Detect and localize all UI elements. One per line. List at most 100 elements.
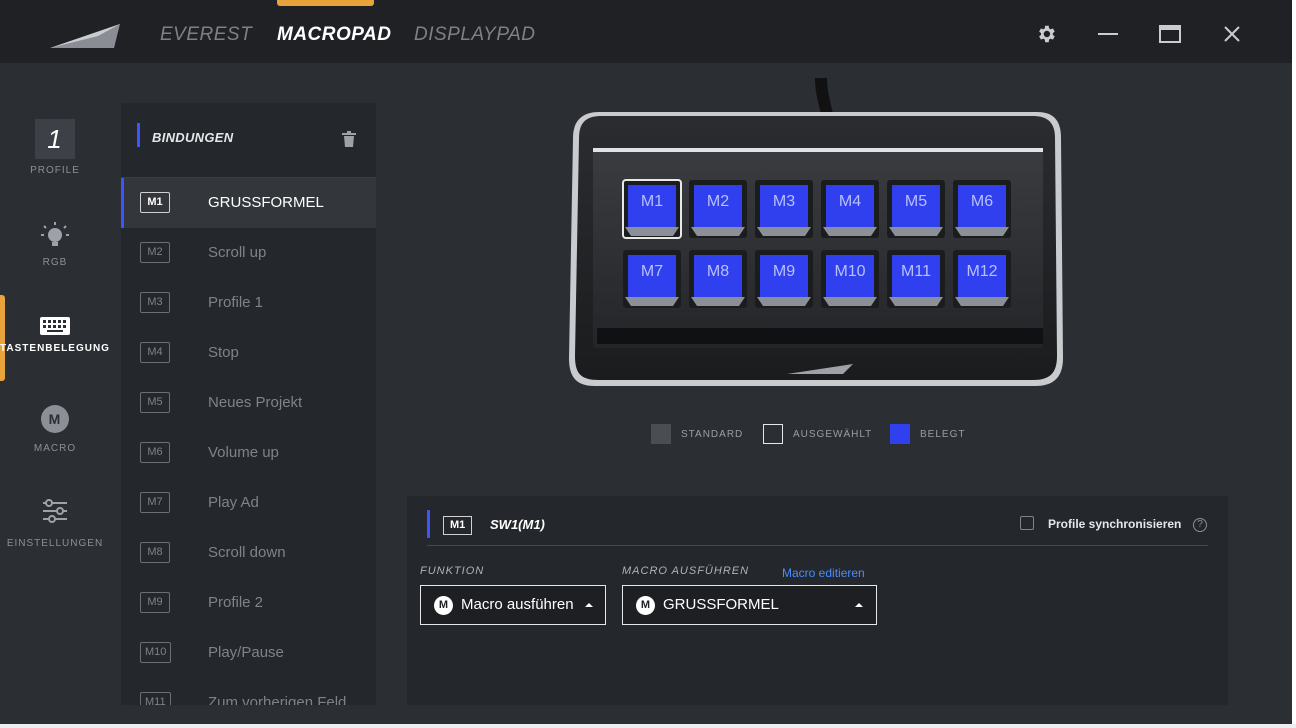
binding-key-tag: M5	[140, 392, 170, 413]
macro-key-m7[interactable]: M7	[623, 250, 681, 308]
nav-profile-label: PROFILE	[30, 165, 80, 176]
binding-row[interactable]: M1 GRUSSFORMEL	[121, 178, 376, 228]
macro-key-m12[interactable]: M12	[953, 250, 1011, 308]
macro-key-label: M9	[760, 255, 808, 297]
binding-row[interactable]: M7 Play Ad	[121, 478, 376, 528]
help-icon[interactable]: ?	[1193, 518, 1207, 532]
macro-key-label: M3	[760, 185, 808, 227]
binding-row[interactable]: M2 Scroll up	[121, 228, 376, 278]
funktion-label: FUNKTION	[420, 565, 485, 577]
close-icon[interactable]	[1218, 20, 1246, 48]
macro-icon: M	[636, 596, 655, 615]
sync-checkbox[interactable]	[1020, 516, 1034, 530]
edit-macro-link[interactable]: Macro editieren	[782, 566, 865, 580]
header-accent-bar	[137, 123, 140, 147]
macro-key-edge	[889, 227, 943, 236]
nav-tastenbelegung[interactable]: TASTENBELEGUNG	[0, 314, 110, 354]
funktion-value: Macro ausführen	[461, 596, 574, 613]
detail-divider	[427, 545, 1208, 546]
macro-key-label: M11	[892, 255, 940, 297]
binding-row[interactable]: M10 Play/Pause	[121, 628, 376, 678]
macro-key-edge	[757, 227, 811, 236]
macro-key-m6[interactable]: M6	[953, 180, 1011, 238]
bottom-edge	[0, 724, 1296, 728]
macro-icon: M	[41, 405, 69, 433]
legend-assigned: BELEGT	[890, 424, 965, 444]
detail-key-tag: M1	[443, 516, 473, 535]
tab-everest[interactable]: EVEREST	[160, 24, 252, 46]
bindings-header: BINDUNGEN	[121, 103, 376, 178]
legend-standard: STANDARD	[651, 424, 743, 444]
binding-row[interactable]: M8 Scroll down	[121, 528, 376, 578]
detail-accent-bar	[427, 510, 430, 538]
binding-key-tag: M10	[140, 642, 172, 663]
macro-key-m2[interactable]: M2	[689, 180, 747, 238]
legend-selected-swatch	[763, 424, 783, 444]
macro-key-edge	[955, 297, 1009, 306]
binding-name: Neues Projekt	[208, 394, 303, 411]
macro-key-m10[interactable]: M10	[821, 250, 879, 308]
macro-key-label: M2	[694, 185, 742, 227]
binding-key-tag: M6	[140, 442, 170, 463]
macro-key-m8[interactable]: M8	[689, 250, 747, 308]
funktion-select[interactable]: M Macro ausführen	[420, 585, 606, 625]
detail-switch-name: SW1(M1)	[490, 517, 545, 532]
legend-standard-label: STANDARD	[681, 428, 744, 440]
macro-execute-label: MACRO AUSFÜHREN	[622, 565, 750, 577]
profile-number: 1	[35, 119, 75, 159]
macro-select[interactable]: M GRUSSFORMEL	[622, 585, 877, 625]
macro-key-edge	[691, 297, 745, 306]
macro-key-m11[interactable]: M11	[887, 250, 945, 308]
bindings-title: BINDUNGEN	[152, 130, 234, 145]
macro-key-edge	[691, 227, 745, 236]
binding-key-tag: M9	[140, 592, 170, 613]
binding-key-tag: M3	[140, 292, 170, 313]
binding-key-tag: M2	[140, 242, 170, 263]
binding-name: GRUSSFORMEL	[208, 194, 324, 211]
nav-einstellungen[interactable]: EINSTELLUNGEN	[0, 497, 110, 549]
macro-key-m3[interactable]: M3	[755, 180, 813, 238]
binding-name: Play/Pause	[208, 644, 284, 661]
sliders-icon	[43, 499, 67, 523]
nav-rgb[interactable]: RGB	[0, 220, 110, 268]
binding-row[interactable]: M11 Zum vorherigen Feld	[121, 678, 376, 705]
binding-row[interactable]: M3 Profile 1	[121, 278, 376, 328]
macro-key-m1[interactable]: M1	[622, 179, 682, 239]
minimize-icon[interactable]	[1094, 20, 1122, 48]
keyboard-icon	[40, 317, 70, 335]
nav-macro[interactable]: M MACRO	[0, 405, 110, 454]
nav-tastenbelegung-label: TASTENBELEGUNG	[0, 343, 110, 354]
macro-key-edge	[823, 227, 877, 236]
macro-icon: M	[434, 596, 453, 615]
macro-key-label: M12	[958, 255, 1006, 297]
macro-value: GRUSSFORMEL	[663, 596, 779, 613]
tab-displaypad[interactable]: DISPLAYPAD	[414, 24, 536, 46]
macro-key-edge	[625, 227, 679, 236]
binding-row[interactable]: M4 Stop	[121, 328, 376, 378]
macro-key-m4[interactable]: M4	[821, 180, 879, 238]
nav-profile[interactable]: 1 PROFILE	[0, 119, 110, 176]
binding-row[interactable]: M5 Neues Projekt	[121, 378, 376, 428]
maximize-icon[interactable]	[1156, 20, 1184, 48]
window-edge	[1292, 0, 1296, 728]
binding-row[interactable]: M9 Profile 2	[121, 578, 376, 628]
tab-macropad[interactable]: MACROPAD	[277, 24, 391, 46]
binding-row[interactable]: M6 Volume up	[121, 428, 376, 478]
macro-key-label: M10	[826, 255, 874, 297]
nav-einstellungen-label: EINSTELLUNGEN	[6, 538, 104, 549]
bindings-panel: BINDUNGEN M1 GRUSSFORMEL M2 Scroll up M3 Prof…	[121, 103, 376, 705]
gear-icon[interactable]	[1032, 20, 1060, 48]
macro-key-edge	[757, 297, 811, 306]
trash-icon[interactable]	[342, 131, 356, 147]
binding-name: Scroll up	[208, 244, 267, 261]
binding-name: Profile 1	[208, 294, 264, 311]
macro-key-label: M7	[628, 255, 676, 297]
macro-key-m5[interactable]: M5	[887, 180, 945, 238]
sync-label[interactable]: Profile synchronisieren	[1048, 517, 1181, 531]
binding-key-tag: M1	[140, 192, 170, 213]
macro-key-label: M4	[826, 185, 874, 227]
macro-key-m9[interactable]: M9	[755, 250, 813, 308]
macro-key-label: M1	[628, 185, 676, 227]
binding-name: Scroll down	[208, 544, 286, 561]
legend-assigned-label: BELEGT	[920, 428, 966, 440]
